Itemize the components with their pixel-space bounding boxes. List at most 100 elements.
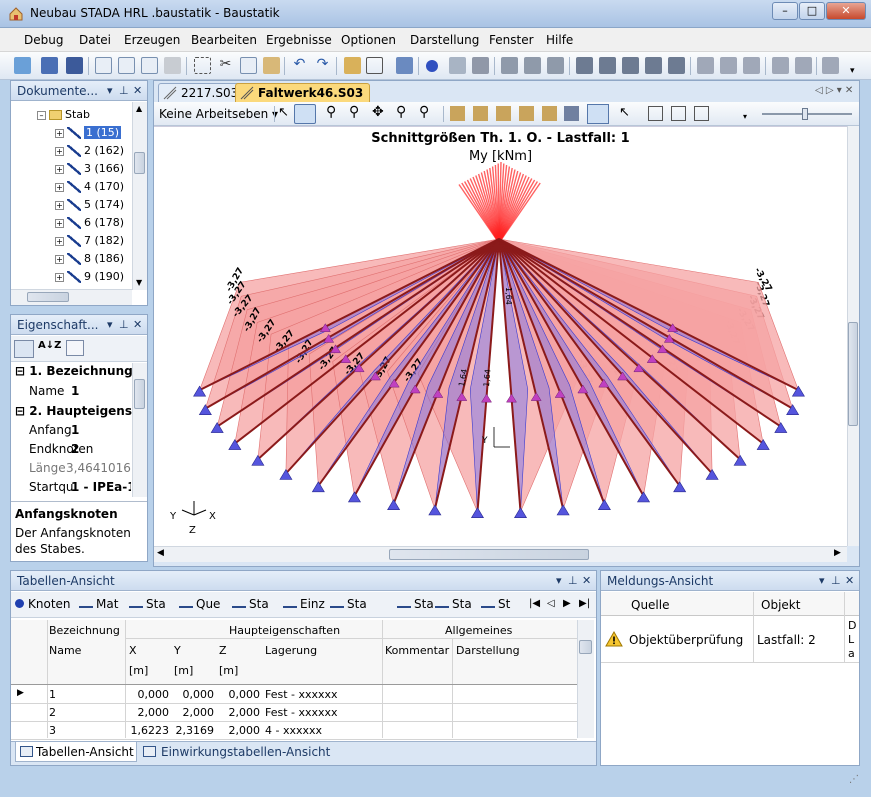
expand-icon[interactable]: + (55, 165, 64, 174)
result-icon[interactable] (772, 57, 789, 74)
support-marker[interactable] (556, 504, 570, 516)
pin-icon[interactable]: ⊥ (119, 318, 129, 331)
message-objekt[interactable]: Lastfall: 2 (757, 633, 816, 647)
moment-diagram[interactable]: -3,27-3,27-3,27-3,27-3,27-3,27-3,27 -3,27… (154, 127, 847, 546)
calc2-icon[interactable] (720, 57, 737, 74)
axis-line[interactable] (181, 509, 195, 516)
column-header[interactable]: Lagerung (265, 644, 317, 657)
tree-scrollbar[interactable]: ▲ ▼ (132, 102, 147, 290)
table-cell[interactable]: 2,000 (125, 706, 170, 719)
wireframe-icon[interactable] (587, 104, 609, 124)
table-cell[interactable]: 0,000 (216, 688, 261, 701)
maximize-button[interactable]: □ (799, 2, 825, 20)
resize-grip-icon[interactable]: ⋰ (849, 774, 859, 785)
support-marker[interactable] (705, 468, 719, 480)
section-bezeichnung[interactable]: ⊟ 1. Bezeichnung (15, 364, 133, 383)
table-tab[interactable]: Sta (397, 597, 434, 611)
support-marker[interactable] (597, 499, 611, 511)
expand-icon[interactable]: + (55, 147, 64, 156)
table-cell[interactable]: Fest - xxxxxx (265, 688, 338, 701)
hinge-icon[interactable] (472, 57, 489, 74)
pin-dropdown-icon[interactable]: ▾ (107, 84, 113, 97)
tab-faltwerk46[interactable]: Faltwerk46.S03 (235, 83, 371, 102)
workplane-select[interactable]: Keine Arbeitseben ▾ (159, 107, 278, 121)
table-cell[interactable]: 2 (49, 706, 56, 719)
last-page-icon[interactable]: ▶| (579, 598, 590, 609)
select-cursor-icon[interactable]: ↖ (619, 105, 630, 120)
document-icon[interactable] (95, 57, 112, 74)
minimize-button[interactable]: – (772, 2, 798, 20)
calc-icon[interactable] (697, 57, 714, 74)
table-cell[interactable]: 2,000 (170, 706, 215, 719)
column-header[interactable]: Name (49, 644, 81, 657)
row-selector-icon[interactable]: ▶ (17, 688, 24, 698)
prop-name-value[interactable]: 1 (71, 384, 79, 403)
properties-scrollbar[interactable] (132, 363, 147, 497)
page-icon[interactable] (141, 57, 158, 74)
section-haupteigenschaften[interactable]: ⊟ 2. Haupteigenschaften (15, 404, 133, 423)
load-icon[interactable] (501, 57, 518, 74)
tab-einwirkungstabellen[interactable]: Einwirkungstabellen-Ansicht (139, 742, 330, 762)
lasso-icon[interactable] (194, 57, 211, 74)
prop-anfang-value[interactable]: 1 (71, 423, 79, 442)
collapse-icon[interactable]: – (37, 111, 46, 120)
zoom-out-icon[interactable]: ⚲ (419, 104, 429, 120)
table-tab[interactable]: Sta (330, 597, 367, 611)
print-icon[interactable] (164, 57, 181, 74)
canvas-vscroll-thumb[interactable] (848, 322, 858, 426)
table-tab[interactable]: Knoten (15, 597, 71, 611)
tree-hscroll-thumb[interactable] (27, 292, 69, 302)
tab-2217[interactable]: 2217.S03 (158, 83, 246, 102)
expand-icon[interactable]: + (55, 237, 64, 246)
table-tab[interactable]: Einz (283, 597, 325, 611)
table-cell[interactable]: 2,000 (216, 706, 261, 719)
expand-icon[interactable]: + (55, 255, 64, 264)
menu-bearbeiten[interactable]: Bearbeiten (191, 33, 257, 47)
table-scrollbar[interactable] (577, 620, 594, 738)
table-cell[interactable]: 0,000 (170, 688, 215, 701)
panel-close-icon[interactable]: ✕ (845, 574, 854, 587)
next-page-icon[interactable]: ▶ (563, 598, 571, 609)
render-icon[interactable] (564, 106, 579, 121)
tab-tabellen-ansicht[interactable]: Tabellen-Ansicht (15, 742, 137, 762)
support-marker[interactable] (428, 504, 442, 516)
view-toolbar-overflow-icon[interactable]: ▾ (743, 112, 747, 121)
view-iso-icon[interactable] (450, 106, 465, 121)
tree-item-stab[interactable]: +6 (178) (55, 216, 124, 229)
table-cell[interactable]: 1,6223 (125, 724, 170, 737)
pin-icon[interactable]: ⊥ (119, 84, 129, 97)
redo-icon[interactable]: ↷ (314, 57, 331, 74)
support-marker[interactable] (673, 481, 687, 493)
panel-close-icon[interactable]: ✕ (133, 84, 142, 97)
support-marker[interactable] (470, 507, 485, 518)
pan-icon[interactable]: ✥ (372, 104, 384, 120)
cut-icon[interactable]: ✂ (217, 57, 234, 74)
canvas-hscroll-thumb[interactable] (389, 549, 589, 560)
prop-startqu-value[interactable]: 1 - IPEa-12 (71, 480, 131, 499)
model-canvas[interactable]: -3,27 -3,27 -3,27 -3,27 -3,27 -3,27 -3,27 -3,27… (154, 126, 847, 546)
measure-icon[interactable] (795, 57, 812, 74)
section-icon[interactable] (645, 57, 662, 74)
toolbar-overflow-icon[interactable]: ▾ (850, 66, 855, 76)
pin-dropdown-icon[interactable]: ▾ (556, 574, 562, 587)
column-header[interactable]: Y (174, 644, 181, 657)
table-tab[interactable]: Sta (129, 597, 166, 611)
tree-item-stab[interactable]: +9 (190) (55, 270, 124, 283)
menu-hilfe[interactable]: Hilfe (546, 33, 573, 47)
tree-item-stab[interactable]: +4 (170) (55, 180, 124, 193)
house-icon[interactable] (671, 106, 686, 121)
copy-doc-icon[interactable] (240, 57, 257, 74)
table-scroll-thumb[interactable] (579, 640, 592, 654)
undo-icon[interactable]: ↶ (291, 57, 308, 74)
tree-item-stab[interactable]: +2 (162) (55, 144, 124, 157)
column-header[interactable]: Z (219, 644, 227, 657)
table-cell[interactable]: 4 - xxxxxx (265, 724, 322, 737)
tree-item-stab[interactable]: +7 (182) (55, 234, 124, 247)
menu-erzeugen[interactable]: Erzeugen (124, 33, 180, 47)
categorized-icon[interactable] (14, 340, 34, 358)
zoom-icon[interactable]: ⚲ (349, 104, 359, 120)
table-cell[interactable]: 3 (49, 724, 56, 737)
view-top-icon[interactable] (519, 106, 534, 121)
cube-icon[interactable] (366, 57, 383, 74)
profile-icon[interactable] (668, 57, 685, 74)
